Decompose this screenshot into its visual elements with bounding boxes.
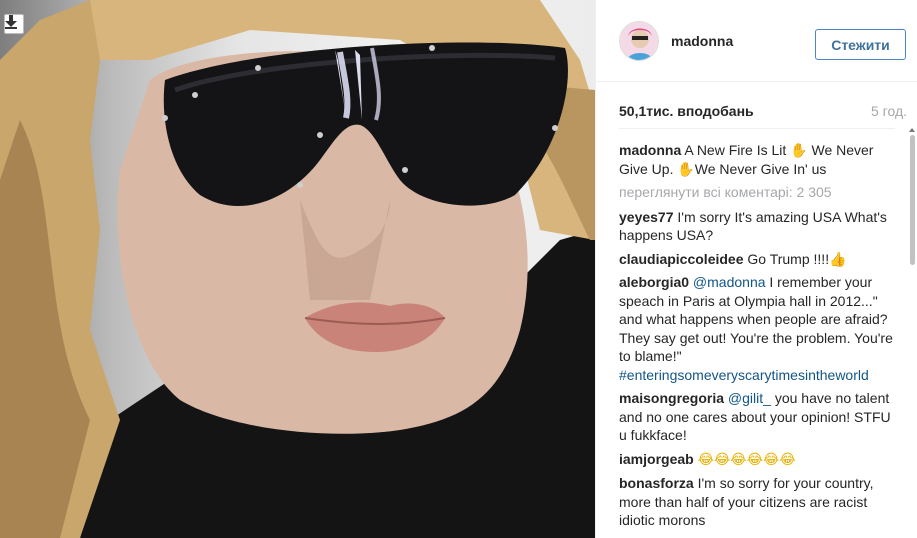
comments-scrollbar[interactable] xyxy=(910,135,915,265)
comment-username[interactable]: claudiapiccoleidee xyxy=(619,251,744,267)
comment-username[interactable]: maisongregoria xyxy=(619,390,724,406)
comment-item: iamjorgeab 😂😂😂😂😂😂 xyxy=(619,450,895,470)
post-header: madonna Стежити xyxy=(596,0,917,82)
comment-item: aleborgia0 @madonna I remember your spea… xyxy=(619,273,895,384)
likes-count[interactable]: 50,1тис. вподобань xyxy=(619,103,754,119)
comment-username[interactable]: iamjorgeab xyxy=(619,451,694,467)
download-icon xyxy=(5,15,17,29)
comment-text: 😂😂😂😂😂😂 xyxy=(697,451,796,468)
comment-mention[interactable]: @madonna xyxy=(693,274,766,290)
comment-mention[interactable]: @gilit_ xyxy=(728,390,771,406)
comment-item: yeyes77 I'm sorry It's amazing USA What'… xyxy=(619,208,895,245)
selfie-illustration xyxy=(0,0,595,538)
comments-list[interactable]: madonna A New Fire Is Lit ✋ We Never Giv… xyxy=(619,128,895,538)
follow-button[interactable]: Стежити xyxy=(815,29,906,60)
download-button[interactable] xyxy=(4,14,24,34)
comment-username[interactable]: bonasforza xyxy=(619,475,694,491)
username-link[interactable]: madonna xyxy=(671,33,733,49)
comment-username[interactable]: aleborgia0 xyxy=(619,274,689,290)
caption: madonna A New Fire Is Lit ✋ We Never Giv… xyxy=(619,141,895,178)
post-photo[interactable] xyxy=(0,0,595,538)
caption-username[interactable]: madonna xyxy=(619,142,681,158)
post-stats: 50,1тис. вподобань 5 год. xyxy=(619,103,907,119)
post-side-panel: madonna Стежити 50,1тис. вподобань 5 год… xyxy=(595,0,917,538)
comment-item: bonasforza I'm so sorry for your country… xyxy=(619,474,895,530)
avatar-image xyxy=(620,21,658,60)
comment-username[interactable]: yeyes77 xyxy=(619,209,674,225)
view-all-comments-link[interactable]: переглянути всі коментарі: 2 305 xyxy=(619,183,895,202)
comment-text: Go Trump !!!!👍 xyxy=(747,250,847,267)
profile-avatar[interactable] xyxy=(619,20,659,61)
post-timestamp[interactable]: 5 год. xyxy=(871,103,907,119)
comment-item: claudiapiccoleidee Go Trump !!!!👍 xyxy=(619,250,895,269)
comment-hashtag[interactable]: #enteringsomeveryscarytimesintheworld xyxy=(619,367,869,383)
comment-item: maisongregoria @gilit_ you have no talen… xyxy=(619,389,895,445)
instagram-post-view: madonna Стежити 50,1тис. вподобань 5 год… xyxy=(0,0,917,538)
scroll-up-arrow-icon[interactable] xyxy=(909,128,915,132)
